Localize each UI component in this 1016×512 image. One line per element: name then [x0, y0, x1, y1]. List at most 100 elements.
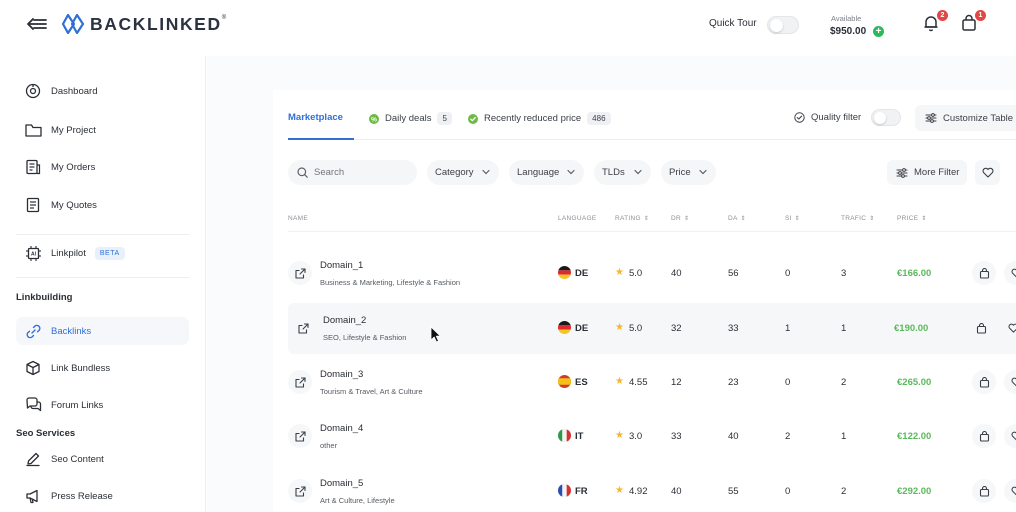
price-value: €190.00 — [894, 323, 929, 334]
sidebar-item-label: My Project — [51, 124, 96, 136]
column-header-si[interactable]: SI ⇕ — [785, 215, 800, 222]
column-header-rating[interactable]: RATING ⇕ — [615, 215, 649, 222]
section-title-linkbuilding: Linkbuilding — [16, 292, 73, 303]
column-header-da[interactable]: DA ⇕ — [728, 215, 746, 222]
trafic-value: 1 — [841, 323, 847, 334]
star-icon: ★ — [615, 430, 624, 441]
quick-tour-label: Quick Tour — [709, 18, 757, 29]
add-to-cart-icon[interactable] — [972, 424, 996, 448]
open-external-icon[interactable] — [288, 479, 312, 503]
domain-categories: Art & Culture, Lifestyle — [320, 496, 395, 505]
sidebar-item-forum-links[interactable]: Forum Links — [16, 391, 189, 419]
more-filter-button[interactable]: More Filter — [887, 160, 967, 185]
sidebar-item-link-bundless[interactable]: Link Bundless — [16, 354, 189, 382]
mouse-cursor-icon — [430, 326, 441, 343]
price-value: €292.00 — [897, 486, 932, 497]
sliders-icon — [925, 113, 937, 123]
column-header-dr[interactable]: DR ⇕ — [671, 215, 689, 222]
filter-label: TLDs — [602, 167, 625, 178]
link-icon — [24, 322, 42, 340]
column-header-label: DA — [728, 215, 738, 222]
sort-icon: ⇕ — [794, 216, 801, 222]
domain-name[interactable]: Domain_3 — [320, 369, 363, 380]
sort-icon: ⇕ — [740, 216, 746, 222]
star-icon: ★ — [615, 322, 624, 333]
sidebar-item-press-release[interactable]: Press Release — [16, 482, 189, 510]
available-amount: $950.00 — [830, 26, 867, 37]
price-filter[interactable]: Price — [661, 160, 716, 185]
si-value: 0 — [785, 486, 791, 497]
folder-icon — [24, 121, 42, 139]
domain-name[interactable]: Domain_5 — [320, 478, 363, 489]
app: BACKLINKED ® Quick Tour Available $950.00… — [0, 0, 1016, 512]
sidebar-item-label: My Orders — [51, 161, 96, 173]
rating-value: 4.55 — [629, 377, 648, 388]
column-header-label: PRICE — [897, 215, 919, 222]
sidebar-item-linkpilot[interactable]: AI Linkpilot BETA — [16, 239, 189, 267]
column-header-label: NAME — [288, 215, 308, 222]
add-to-cart-icon[interactable] — [972, 479, 996, 503]
tab-marketplace[interactable]: Marketplace — [288, 112, 343, 123]
domain-name[interactable]: Domain_2 — [323, 315, 366, 326]
chevron-down-icon — [634, 169, 642, 175]
si-value: 0 — [785, 377, 791, 388]
tab-recently-reduced[interactable]: Recently reduced price 486 — [468, 112, 611, 125]
sidebar-divider — [16, 277, 189, 278]
column-header-price[interactable]: PRICE ⇕ — [897, 215, 927, 222]
filter-sliders-icon — [896, 167, 908, 178]
add-to-cart-icon[interactable] — [972, 261, 996, 285]
quick-tour-toggle[interactable] — [767, 16, 799, 34]
collapse-sidebar-icon[interactable] — [26, 14, 48, 34]
dr-value: 33 — [671, 431, 682, 442]
da-value: 56 — [728, 268, 739, 279]
domain-categories: Tourism & Travel, Art & Culture — [320, 387, 423, 396]
orders-icon — [24, 158, 42, 176]
quality-filter-toggle[interactable] — [871, 109, 901, 126]
svg-text:AI: AI — [31, 251, 37, 257]
domain-name[interactable]: Domain_4 — [320, 423, 363, 434]
language-filter[interactable]: Language — [509, 160, 584, 185]
sidebar-item-backlinks[interactable]: Backlinks — [16, 317, 189, 345]
tlds-filter[interactable]: TLDs — [594, 160, 651, 185]
trafic-value: 3 — [841, 268, 847, 279]
domain-name[interactable]: Domain_1 — [320, 260, 363, 271]
add-to-cart-icon[interactable] — [969, 316, 993, 340]
column-header-trafic[interactable]: TRAFIC ⇕ — [841, 215, 875, 222]
notifications-badge: 2 — [937, 10, 948, 21]
svg-text:%: % — [371, 116, 377, 123]
sidebar-item-my-quotes[interactable]: My Quotes — [16, 191, 189, 219]
language-code: ES — [575, 377, 588, 388]
tab-label: Marketplace — [288, 112, 343, 123]
column-header-label: RATING — [615, 215, 641, 222]
sort-icon: ⇕ — [921, 216, 927, 222]
da-value: 33 — [728, 323, 739, 334]
domain-categories: SEO, Lifestyle & Fashion — [323, 333, 407, 342]
rating-value: 4.92 — [629, 486, 648, 497]
sidebar-item-my-project[interactable]: My Project — [16, 116, 189, 144]
tab-count: 486 — [587, 112, 611, 125]
tab-label: Recently reduced price — [484, 113, 582, 124]
brand-logo[interactable]: BACKLINKED ® — [62, 13, 226, 35]
sidebar-item-label: My Quotes — [51, 199, 97, 211]
open-external-icon[interactable] — [288, 424, 312, 448]
tab-daily-deals[interactable]: % Daily deals 5 — [369, 112, 452, 125]
filter-label: Category — [435, 167, 474, 178]
add-to-cart-icon[interactable] — [972, 370, 996, 394]
sidebar-item-dashboard[interactable]: Dashboard — [16, 77, 189, 105]
star-icon: ★ — [615, 267, 624, 278]
si-value: 0 — [785, 268, 791, 279]
search-input[interactable]: Search — [288, 160, 417, 185]
cart-badge: 1 — [975, 10, 986, 21]
category-filter[interactable]: Category — [427, 160, 499, 185]
price-value: €122.00 — [897, 431, 932, 442]
add-funds-icon[interactable]: + — [873, 26, 884, 37]
favorites-button[interactable] — [975, 160, 1000, 185]
open-external-icon[interactable] — [291, 316, 315, 340]
open-external-icon[interactable] — [288, 370, 312, 394]
sidebar-item-my-orders[interactable]: My Orders — [16, 153, 189, 181]
quotes-icon — [24, 196, 42, 214]
open-external-icon[interactable] — [288, 261, 312, 285]
customize-table-button[interactable]: Customize Table — [915, 105, 1016, 131]
sidebar-item-seo-content[interactable]: Seo Content — [16, 445, 189, 473]
check-badge-icon — [468, 113, 478, 124]
